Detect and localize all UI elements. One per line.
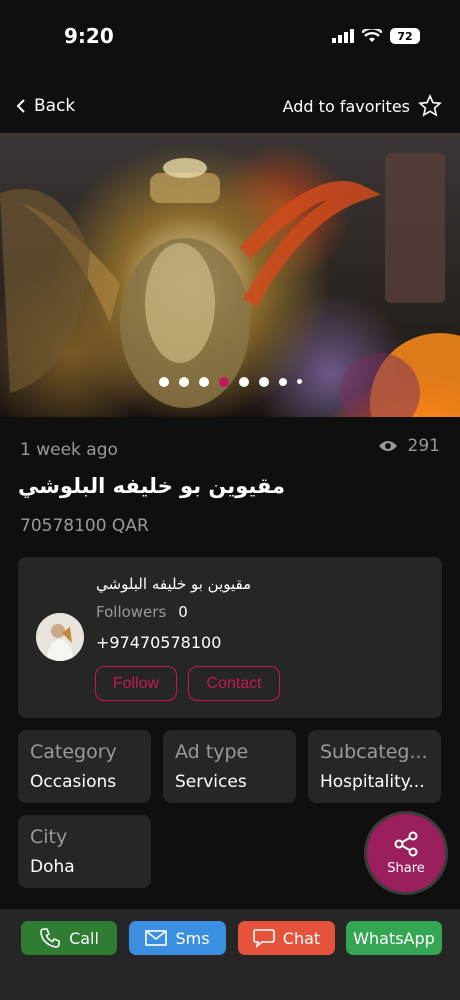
attribute-ad-type: Ad type Services	[163, 730, 296, 803]
avatar-image	[36, 613, 84, 661]
battery-icon: 72	[390, 28, 420, 44]
star-icon	[418, 94, 442, 117]
gallery-dot[interactable]	[238, 377, 249, 387]
avatar[interactable]	[36, 613, 84, 661]
chat-label: Chat	[282, 928, 321, 948]
image-gallery[interactable]	[0, 133, 460, 417]
gallery-dot[interactable]	[158, 377, 169, 387]
wifi-icon	[362, 29, 382, 42]
attribute-category: Category Occasions	[18, 730, 151, 803]
gallery-dot[interactable]	[258, 377, 269, 387]
add-to-favorites-button[interactable]: Add to favorites	[283, 94, 442, 118]
contact-button[interactable]: Contact	[188, 666, 280, 701]
attribute-value: Occasions	[30, 772, 117, 792]
attribute-label: City	[30, 826, 68, 848]
favorites-label: Add to favorites	[282, 96, 410, 116]
views-value: 291	[407, 436, 440, 456]
sms-label: Sms	[175, 928, 210, 948]
sms-button[interactable]: Sms	[129, 921, 226, 955]
attribute-value: Doha	[30, 857, 75, 877]
listing-price: 70578100 QAR	[20, 516, 149, 536]
posted-time: 1 week ago	[20, 440, 118, 460]
status-bar: 9:20 72	[0, 0, 460, 74]
seller-phone[interactable]: +97470578100	[96, 633, 221, 652]
back-label: Back	[34, 96, 76, 116]
seller-name[interactable]: مقيوين بو خليفه البلوشي	[96, 575, 251, 593]
view-count: 291	[378, 436, 440, 456]
envelope-icon	[145, 930, 168, 946]
attribute-label: Subcateg...	[320, 741, 428, 763]
chevron-left-icon	[16, 99, 25, 113]
attribute-subcategory: Subcateg... Hospitality...	[308, 730, 441, 803]
call-label: Call	[69, 928, 99, 948]
signal-icon	[332, 29, 354, 43]
attribute-city: City Doha	[18, 815, 151, 888]
attribute-value: Hospitality...	[320, 772, 425, 792]
follow-button[interactable]: Follow	[95, 666, 177, 701]
share-button[interactable]: Share	[364, 811, 448, 895]
attribute-label: Ad type	[175, 741, 249, 763]
gallery-image	[0, 153, 460, 417]
top-nav: Back Add to favorites	[0, 88, 460, 128]
followers-label: Followers	[96, 603, 167, 621]
bottom-action-bar: Call Sms Chat WhatsApp	[0, 909, 460, 1000]
share-label: Share	[387, 860, 425, 876]
whatsapp-label: WhatsApp	[353, 928, 435, 948]
back-button[interactable]: Back	[16, 96, 75, 116]
chat-button[interactable]: Chat	[238, 921, 335, 955]
eye-icon	[378, 441, 397, 451]
chat-bubble-icon	[252, 929, 275, 948]
gallery-dot[interactable]	[178, 377, 189, 387]
attribute-value: Services	[175, 772, 247, 792]
share-icon	[394, 831, 418, 856]
call-button[interactable]: Call	[21, 921, 117, 955]
gallery-dot[interactable]	[278, 378, 287, 386]
gallery-dot[interactable]	[296, 379, 302, 384]
whatsapp-button[interactable]: WhatsApp	[346, 921, 442, 955]
phone-icon	[40, 928, 60, 948]
listing-title: مقيوين بو خليفه البلوشي	[18, 474, 286, 498]
gallery-dot[interactable]	[198, 377, 209, 387]
gallery-dots	[0, 377, 460, 387]
seller-card[interactable]: مقيوين بو خليفه البلوشي Followers 0 +974…	[18, 557, 442, 718]
status-time: 9:20	[64, 24, 114, 48]
gallery-dot-active[interactable]	[218, 377, 229, 387]
status-icons: 72	[332, 28, 420, 44]
attribute-label: Category	[30, 741, 117, 763]
followers: Followers 0	[96, 603, 188, 621]
followers-count: 0	[178, 603, 188, 621]
